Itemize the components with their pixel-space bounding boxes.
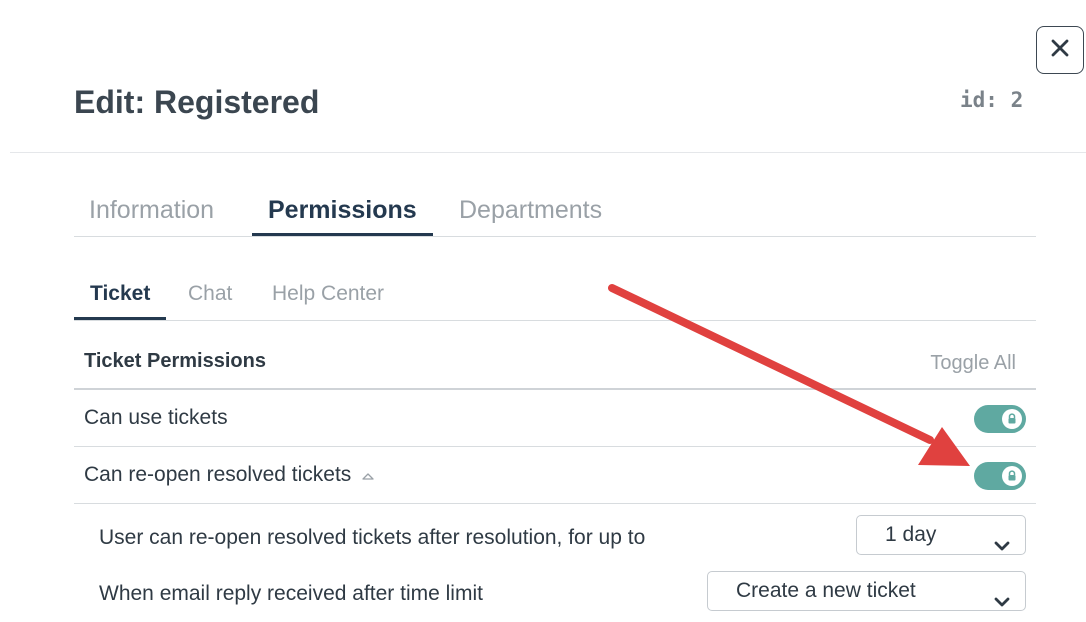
permission-label: Can use tickets (84, 406, 228, 429)
select-value: 1 day (885, 523, 937, 546)
main-tabs: Information Permissions Departments (74, 190, 1036, 237)
permission-label: Can re-open resolved tickets (84, 463, 375, 487)
chevron-down-icon (993, 528, 1011, 566)
close-button[interactable] (1036, 26, 1084, 74)
email-reply-action-select[interactable]: Create a new ticket (707, 571, 1026, 611)
reopen-time-limit-option: User can re-open resolved tickets after … (74, 510, 1036, 566)
record-id: id: 2 (960, 88, 1024, 112)
lock-icon (1002, 409, 1022, 429)
toggle-all-link[interactable]: Toggle All (930, 352, 1016, 375)
close-icon (1050, 38, 1070, 63)
tab-ticket[interactable]: Ticket (74, 276, 167, 320)
sub-tabs: Ticket Chat Help Center (74, 276, 1036, 321)
tab-chat[interactable]: Chat (188, 276, 232, 318)
option-label: User can re-open resolved tickets after … (99, 526, 646, 549)
permission-row-can-use-tickets: Can use tickets (74, 390, 1036, 447)
section-title: Ticket Permissions (84, 350, 266, 372)
select-value: Create a new ticket (736, 579, 916, 602)
email-after-limit-option: When email reply received after time lim… (74, 566, 1036, 622)
option-label: When email reply received after time lim… (99, 582, 483, 605)
page-title: Edit: Registered (74, 84, 320, 120)
lock-icon (1002, 466, 1022, 486)
tab-departments[interactable]: Departments (459, 190, 602, 234)
tab-help-center[interactable]: Help Center (272, 276, 384, 318)
header-divider (10, 152, 1086, 153)
tab-information[interactable]: Information (89, 190, 214, 234)
collapse-caret-icon[interactable] (361, 463, 375, 487)
can-reopen-resolved-toggle[interactable] (974, 462, 1026, 490)
permissions-header: Ticket Permissions Toggle All (74, 334, 1036, 390)
tab-permissions[interactable]: Permissions (252, 190, 433, 236)
chevron-down-icon (993, 584, 1011, 622)
can-use-tickets-toggle[interactable] (974, 405, 1026, 433)
permission-row-reopen-resolved: Can re-open resolved tickets (74, 447, 1036, 504)
reopen-period-select[interactable]: 1 day (856, 515, 1026, 555)
permission-label-text: Can re-open resolved tickets (84, 463, 352, 486)
